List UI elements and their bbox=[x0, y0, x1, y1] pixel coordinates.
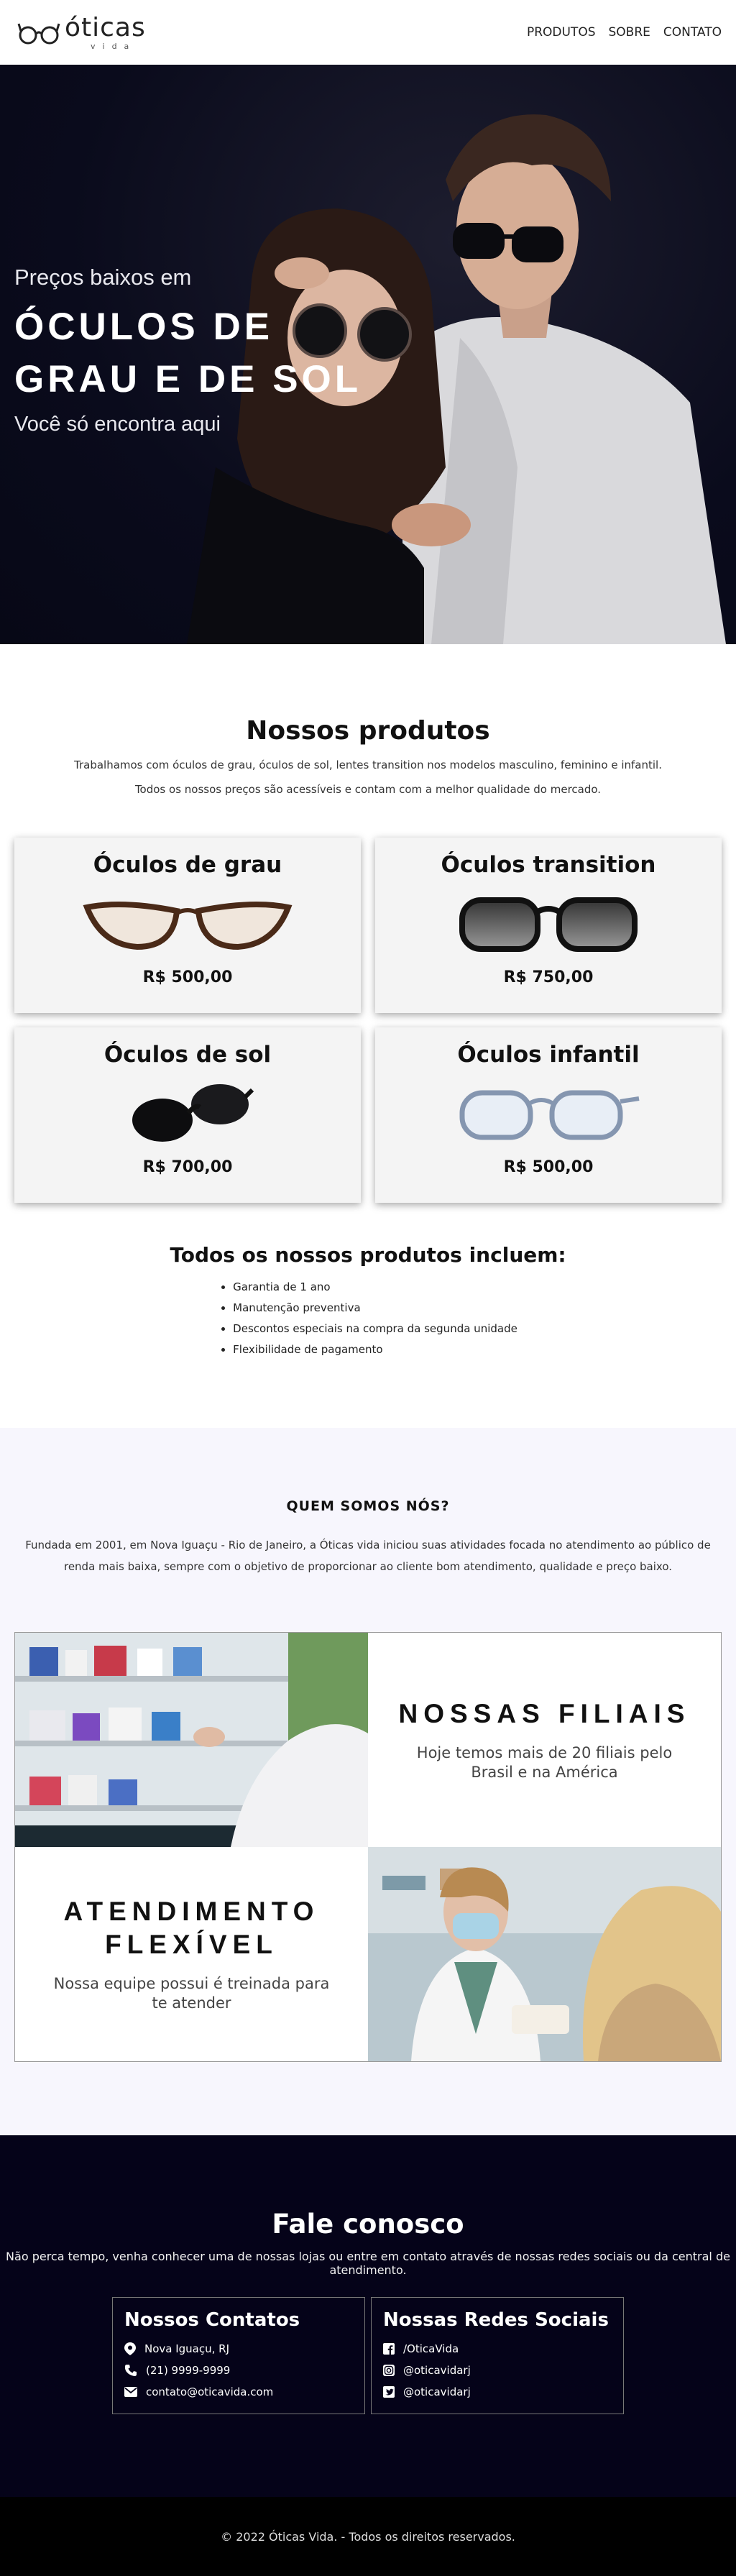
contact-email[interactable]: contato@oticavida.com bbox=[146, 2381, 273, 2403]
hero-subtitle: Você só encontra aqui bbox=[14, 413, 221, 436]
products-intro-1: Trabalhamos com óculos de grau, óculos d… bbox=[74, 758, 662, 771]
sunglasses-icon bbox=[132, 1084, 254, 1142]
includes-list: Garantia de 1 ano Manutenção preventiva … bbox=[218, 1277, 518, 1360]
list-item: Flexibilidade de pagamento bbox=[233, 1339, 518, 1360]
kids-glasses-icon bbox=[459, 1090, 640, 1140]
social-box: Nossas Redes Sociais /OticaVida @oticavi… bbox=[371, 2297, 624, 2414]
social-facebook[interactable]: /OticaVida bbox=[403, 2338, 459, 2360]
social-instagram[interactable]: @oticavidarj bbox=[403, 2360, 471, 2381]
about-text: Fundada em 2001, em Nova Iguaçu - Rio de… bbox=[25, 1539, 711, 1573]
includes-title: Todos os nossos produtos incluem: bbox=[170, 1243, 566, 1267]
hero-banner: Preços baixos em ÓCULOS DE GRAU E DE SOL… bbox=[0, 65, 736, 644]
product-price: R$ 500,00 bbox=[503, 1158, 594, 1176]
contact-phone[interactable]: (21) 9999-9999 bbox=[146, 2360, 230, 2381]
logo-subtitle: vida bbox=[91, 41, 137, 51]
social-row[interactable]: @oticavidarj bbox=[383, 2381, 612, 2403]
main-nav: PRODUTOS SOBRE CONTATO bbox=[527, 25, 722, 40]
pharmacist-image bbox=[368, 1847, 721, 2061]
site-header: óticas vida PRODUTOS SOBRE CONTATO bbox=[0, 0, 736, 65]
contact-lead: Não perca tempo, venha conhecer uma de n… bbox=[6, 2250, 730, 2277]
site-footer: © 2022 Óticas Vida. - Todos os direitos … bbox=[0, 2497, 736, 2576]
nav-link-sobre[interactable]: SOBRE bbox=[609, 25, 650, 40]
product-name: Óculos de grau bbox=[93, 852, 282, 878]
includes-section: Todos os nossos produtos incluem: Garant… bbox=[0, 1203, 736, 1360]
products-intro-2: Todos os nossos preços são acessíveis e … bbox=[134, 783, 602, 796]
contact-title: Fale conosco bbox=[272, 2209, 464, 2240]
feature-title: NOSSAS FILIAIS bbox=[398, 1699, 691, 1728]
products-title: Nossos produtos bbox=[246, 716, 490, 746]
hero-title: ÓCULOS DE GRAU E DE SOL bbox=[14, 306, 362, 400]
contact-row: (21) 9999-9999 bbox=[124, 2360, 353, 2381]
feature-text: Nossa equipe possui é treinada para te a… bbox=[53, 1975, 330, 2012]
contact-address: Nova Iguaçu, RJ bbox=[144, 2342, 230, 2355]
product-price: R$ 700,00 bbox=[142, 1158, 233, 1176]
contact-row: contato@oticavida.com bbox=[124, 2381, 353, 2403]
list-item: Manutenção preventiva bbox=[233, 1298, 518, 1319]
pharmacy-shelf-image bbox=[15, 1633, 368, 1847]
social-twitter[interactable]: @oticavidarj bbox=[403, 2381, 471, 2403]
logo-wordmark: óticas bbox=[65, 12, 146, 42]
product-price: R$ 500,00 bbox=[142, 968, 233, 986]
contacts-box: Nossos Contatos Nova Iguaçu, RJ (21) 999… bbox=[112, 2297, 365, 2414]
nav-link-contato[interactable]: CONTATO bbox=[663, 25, 722, 40]
product-name: Óculos de sol bbox=[104, 1042, 272, 1068]
logo[interactable]: óticas vida bbox=[17, 12, 146, 51]
products-section: Nossos produtos Trabalhamos com óculos d… bbox=[0, 644, 736, 1360]
list-item: Garantia de 1 ano bbox=[233, 1277, 518, 1298]
feature-title: ATENDIMENTO FLEXÍVEL bbox=[63, 1897, 320, 1959]
social-row[interactable]: /OticaVida bbox=[383, 2338, 612, 2360]
product-card[interactable]: Óculos infantil R$ 500,00 bbox=[375, 1027, 722, 1203]
list-item: Descontos especiais na compra da segunda… bbox=[233, 1319, 518, 1339]
hero-text: Preços baixos em ÓCULOS DE GRAU E DE SOL… bbox=[14, 265, 388, 436]
transition-glasses-icon bbox=[459, 897, 638, 952]
product-card[interactable]: Óculos de sol R$ 700,00 bbox=[14, 1027, 361, 1203]
twitter-icon bbox=[383, 2386, 395, 2398]
product-price: R$ 750,00 bbox=[503, 968, 594, 986]
contact-row: Nova Iguaçu, RJ bbox=[124, 2338, 353, 2360]
facebook-icon bbox=[383, 2343, 395, 2355]
product-name: Óculos transition bbox=[441, 852, 656, 878]
features-grid: NOSSAS FILIAIS Hoje temos mais de 20 fil… bbox=[14, 1632, 722, 2062]
cat-eye-glasses-icon bbox=[83, 902, 293, 950]
hero-pretitle: Preços baixos em bbox=[14, 265, 192, 290]
about-title: QUEM SOMOS NÓS? bbox=[286, 1498, 450, 1514]
product-card[interactable]: Óculos de grau R$ 500,00 bbox=[14, 838, 361, 1013]
products-grid: Óculos de grau R$ 500,00 Óculos transiti… bbox=[0, 802, 736, 1203]
phone-icon bbox=[124, 2365, 137, 2376]
contact-section: Fale conosco Não perca tempo, venha conh… bbox=[0, 2135, 736, 2497]
footer-copyright: © 2022 Óticas Vida. - Todos os direitos … bbox=[221, 2529, 515, 2544]
feature-filiais: NOSSAS FILIAIS Hoje temos mais de 20 fil… bbox=[368, 1633, 721, 1847]
envelope-icon bbox=[124, 2387, 137, 2397]
feature-text: Hoje temos mais de 20 filiais pelo Brasi… bbox=[416, 1744, 673, 1781]
product-name: Óculos infantil bbox=[457, 1042, 640, 1068]
feature-atendimento: ATENDIMENTO FLEXÍVEL Nossa equipe possui… bbox=[15, 1847, 368, 2061]
map-pin-icon bbox=[124, 2342, 136, 2355]
nav-link-produtos[interactable]: PRODUTOS bbox=[527, 25, 596, 40]
social-row[interactable]: @oticavidarj bbox=[383, 2360, 612, 2381]
contacts-title: Nossos Contatos bbox=[124, 2309, 300, 2331]
social-title: Nossas Redes Sociais bbox=[383, 2309, 609, 2331]
instagram-icon bbox=[383, 2365, 395, 2376]
product-card[interactable]: Óculos transition R$ 750,00 bbox=[375, 838, 722, 1013]
glasses-logo-icon bbox=[17, 23, 60, 45]
about-section: QUEM SOMOS NÓS? Fundada em 2001, em Nova… bbox=[0, 1428, 736, 2135]
